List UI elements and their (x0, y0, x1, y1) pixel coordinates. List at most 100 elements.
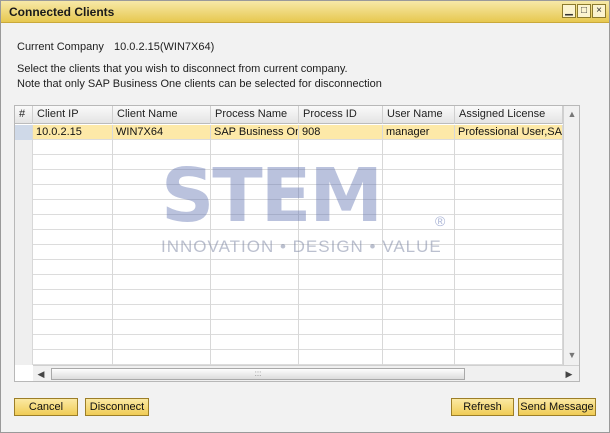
empty-row[interactable] (15, 200, 563, 215)
empty-cell[interactable] (113, 320, 211, 335)
column-header-process-id[interactable]: Process ID (299, 106, 383, 124)
empty-row[interactable] (15, 290, 563, 305)
empty-row[interactable] (15, 215, 563, 230)
empty-cell[interactable] (383, 215, 455, 230)
empty-cell[interactable] (383, 320, 455, 335)
title-bar[interactable]: Connected Clients ▁ □ × (1, 1, 609, 23)
empty-cell[interactable] (299, 335, 383, 350)
empty-cell[interactable] (455, 155, 563, 170)
empty-cell[interactable] (113, 230, 211, 245)
empty-cell[interactable] (455, 305, 563, 320)
empty-cell[interactable] (113, 335, 211, 350)
empty-cell[interactable] (15, 215, 33, 230)
empty-cell[interactable] (211, 275, 299, 290)
empty-cell[interactable] (383, 290, 455, 305)
empty-cell[interactable] (113, 275, 211, 290)
empty-cell[interactable] (15, 290, 33, 305)
empty-cell[interactable] (383, 155, 455, 170)
empty-cell[interactable] (33, 230, 113, 245)
empty-row[interactable] (15, 140, 563, 155)
empty-cell[interactable] (33, 155, 113, 170)
empty-cell[interactable] (211, 350, 299, 365)
empty-cell[interactable] (211, 170, 299, 185)
empty-cell[interactable] (33, 275, 113, 290)
empty-cell[interactable] (211, 155, 299, 170)
empty-cell[interactable] (33, 200, 113, 215)
empty-cell[interactable] (33, 305, 113, 320)
empty-cell[interactable] (113, 170, 211, 185)
cell-process-id[interactable]: 908 (299, 125, 383, 140)
empty-row[interactable] (15, 185, 563, 200)
cell-client-name[interactable]: WIN7X64 (113, 125, 211, 140)
empty-cell[interactable] (211, 320, 299, 335)
empty-cell[interactable] (113, 185, 211, 200)
horizontal-scrollbar[interactable]: ◀ ::: ▶ (33, 365, 579, 381)
column-header-client-name[interactable]: Client Name (113, 106, 211, 124)
empty-row[interactable] (15, 170, 563, 185)
empty-cell[interactable] (299, 245, 383, 260)
empty-cell[interactable] (383, 170, 455, 185)
minimize-icon[interactable]: ▁ (562, 4, 576, 18)
empty-cell[interactable] (15, 260, 33, 275)
empty-cell[interactable] (455, 320, 563, 335)
empty-row[interactable] (15, 335, 563, 350)
empty-cell[interactable] (383, 335, 455, 350)
empty-cell[interactable] (211, 185, 299, 200)
empty-cell[interactable] (113, 140, 211, 155)
empty-cell[interactable] (383, 185, 455, 200)
empty-cell[interactable] (211, 305, 299, 320)
empty-cell[interactable] (33, 335, 113, 350)
column-header-client-ip[interactable]: Client IP (33, 106, 113, 124)
empty-row[interactable] (15, 155, 563, 170)
empty-cell[interactable] (15, 140, 33, 155)
empty-cell[interactable] (299, 155, 383, 170)
empty-row[interactable] (15, 275, 563, 290)
empty-cell[interactable] (15, 245, 33, 260)
empty-cell[interactable] (15, 230, 33, 245)
empty-cell[interactable] (211, 140, 299, 155)
send-message-button[interactable]: Send Message (518, 398, 596, 416)
scroll-up-icon[interactable]: ▲ (566, 108, 578, 120)
empty-cell[interactable] (211, 230, 299, 245)
empty-row[interactable] (15, 230, 563, 245)
cell-process-name[interactable]: SAP Business One.exe (211, 125, 299, 140)
empty-cell[interactable] (299, 215, 383, 230)
empty-cell[interactable] (455, 245, 563, 260)
empty-cell[interactable] (455, 260, 563, 275)
empty-cell[interactable] (15, 320, 33, 335)
cancel-button[interactable]: Cancel (14, 398, 78, 416)
empty-cell[interactable] (33, 350, 113, 365)
empty-cell[interactable] (211, 215, 299, 230)
empty-cell[interactable] (33, 185, 113, 200)
empty-cell[interactable] (113, 290, 211, 305)
empty-cell[interactable] (211, 200, 299, 215)
empty-cell[interactable] (383, 275, 455, 290)
empty-cell[interactable] (299, 305, 383, 320)
scroll-right-icon[interactable]: ▶ (563, 368, 575, 380)
empty-cell[interactable] (113, 200, 211, 215)
empty-row[interactable] (15, 245, 563, 260)
empty-row[interactable] (15, 350, 563, 365)
empty-cell[interactable] (383, 230, 455, 245)
empty-cell[interactable] (33, 260, 113, 275)
empty-cell[interactable] (383, 200, 455, 215)
empty-cell[interactable] (455, 215, 563, 230)
empty-cell[interactable] (15, 200, 33, 215)
empty-cell[interactable] (299, 320, 383, 335)
empty-cell[interactable] (455, 290, 563, 305)
cell-client-ip[interactable]: 10.0.2.15 (33, 125, 113, 140)
empty-cell[interactable] (299, 260, 383, 275)
empty-cell[interactable] (455, 335, 563, 350)
table-row[interactable]: 10.0.2.15 WIN7X64 SAP Business One.exe 9… (15, 125, 563, 140)
empty-cell[interactable] (455, 170, 563, 185)
empty-cell[interactable] (113, 245, 211, 260)
empty-cell[interactable] (15, 275, 33, 290)
empty-cell[interactable] (455, 275, 563, 290)
empty-cell[interactable] (455, 200, 563, 215)
empty-cell[interactable] (299, 275, 383, 290)
empty-cell[interactable] (455, 350, 563, 365)
empty-cell[interactable] (211, 260, 299, 275)
empty-cell[interactable] (455, 230, 563, 245)
empty-cell[interactable] (299, 185, 383, 200)
empty-cell[interactable] (33, 215, 113, 230)
